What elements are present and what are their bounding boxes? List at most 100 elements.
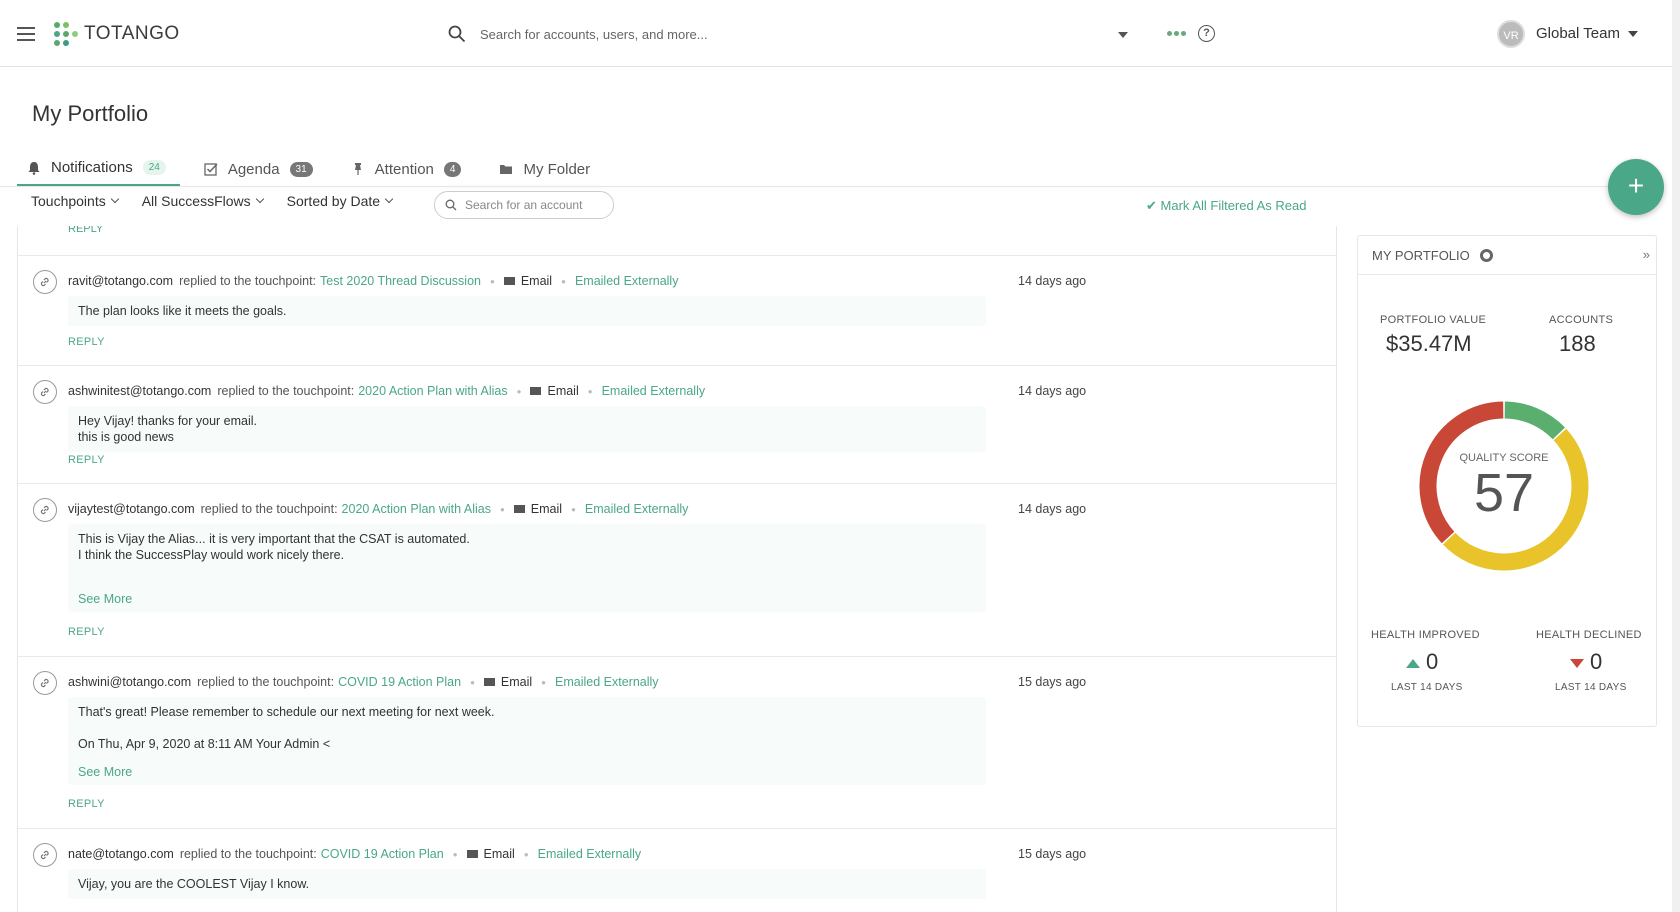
health-declined-count: 0 xyxy=(1590,649,1603,674)
accounts-count: 188 xyxy=(1559,331,1596,356)
search-icon xyxy=(448,25,466,43)
notification-feed: REPLY ravit@totango.com replied to the t… xyxy=(17,226,1337,912)
channel-label: Email xyxy=(500,675,533,689)
timestamp: 14 days ago xyxy=(1018,502,1087,516)
tab-my-folder[interactable]: My Folder xyxy=(489,151,604,187)
card-title: MY PORTFOLIO xyxy=(1372,247,1470,263)
separator-dot: ● xyxy=(452,849,458,859)
link-icon xyxy=(33,843,57,867)
sort-filter[interactable]: Sorted by Date xyxy=(286,193,394,209)
tab-label: Attention xyxy=(374,160,434,178)
tab-agenda[interactable]: Agenda 31 xyxy=(194,151,327,187)
action-text: replied to the touchpoint: xyxy=(200,502,338,516)
link-icon xyxy=(33,671,57,695)
tab-divider xyxy=(0,186,1610,187)
status-label: Emailed Externally xyxy=(584,502,689,516)
touchpoint-link[interactable]: COVID 19 Action Plan xyxy=(338,675,461,689)
author-email[interactable]: ravit@totango.com xyxy=(68,274,173,288)
author-email[interactable]: ashwinitest@totango.com xyxy=(68,384,211,398)
scrollbar[interactable] xyxy=(1672,0,1680,912)
portfolio-value-label: PORTFOLIO VALUE xyxy=(1380,314,1487,326)
caret-down-icon xyxy=(1627,30,1638,37)
help-icon[interactable]: ? xyxy=(1198,25,1215,42)
health-improved-value: 0 xyxy=(1406,649,1438,675)
timestamp: 14 days ago xyxy=(1018,384,1087,398)
logo[interactable]: TOTANGO xyxy=(54,22,180,46)
separator-dot: ● xyxy=(516,386,522,396)
author-email[interactable]: ashwini@totango.com xyxy=(68,675,191,689)
global-search[interactable] xyxy=(448,22,1128,46)
search-icon xyxy=(445,199,457,211)
touchpoint-link[interactable]: 2020 Action Plan with Alias xyxy=(358,384,507,398)
touchpoint-link[interactable]: COVID 19 Action Plan xyxy=(321,847,444,861)
reply-link[interactable]: REPLY xyxy=(68,336,105,348)
add-button[interactable]: + xyxy=(1608,159,1664,215)
collapse-panel-icon[interactable]: » xyxy=(1643,247,1650,262)
reply-link[interactable]: REPLY xyxy=(68,626,105,638)
notification-item: ravit@totango.com replied to the touchpo… xyxy=(18,255,1336,365)
action-text: replied to the touchpoint: xyxy=(217,384,355,398)
reply-link[interactable]: REPLY xyxy=(68,798,105,810)
notification-header: ravit@totango.com replied to the touchpo… xyxy=(68,274,678,288)
separator-dot: ● xyxy=(499,504,505,514)
link-icon xyxy=(33,498,57,522)
message-body: This is Vijay the Alias... it is very im… xyxy=(68,524,986,612)
mark-all-read-link[interactable]: ✔ Mark All Filtered As Read xyxy=(1146,198,1306,214)
gauge-segment-0 xyxy=(1504,401,1566,440)
message-line: Vijay, you are the COOLEST Vijay I know. xyxy=(78,877,310,891)
separator-dot: ● xyxy=(587,386,593,396)
filter-label: Touchpoints xyxy=(31,193,106,209)
tab-attention[interactable]: Attention 4 xyxy=(341,151,476,187)
link-icon xyxy=(33,380,57,404)
pin-icon xyxy=(354,163,361,175)
author-email[interactable]: nate@totango.com xyxy=(68,847,174,861)
activity-dots-icon[interactable] xyxy=(1167,31,1186,36)
see-more-link[interactable]: See More xyxy=(78,591,976,607)
successflows-filter[interactable]: All SuccessFlows xyxy=(141,193,264,209)
filter-label: All SuccessFlows xyxy=(141,193,251,209)
gear-icon[interactable] xyxy=(1479,248,1493,262)
health-improved-count: 0 xyxy=(1426,649,1439,674)
message-body: Hey Vijay! thanks for your email. this i… xyxy=(68,406,986,452)
action-text: replied to the touchpoint: xyxy=(197,675,335,689)
touchpoints-filter[interactable]: Touchpoints xyxy=(31,193,119,209)
timestamp: 15 days ago xyxy=(1018,847,1087,861)
message-line: On Thu, Apr 9, 2020 at 8:11 AM Your Admi… xyxy=(78,737,331,751)
touchpoint-link[interactable]: 2020 Action Plan with Alias xyxy=(342,502,491,516)
separator-dot: ● xyxy=(561,276,566,286)
envelope-icon xyxy=(483,678,495,686)
avatar[interactable]: VR xyxy=(1497,20,1525,48)
separator-dot: ● xyxy=(489,276,495,286)
see-more-link[interactable]: See More xyxy=(78,764,976,780)
notification-header: ashwini@totango.com replied to the touch… xyxy=(68,675,659,689)
team-selector[interactable]: Global Team xyxy=(1536,25,1638,42)
search-scope-dropdown-icon[interactable] xyxy=(1118,32,1128,38)
reply-link[interactable]: REPLY xyxy=(68,226,103,235)
account-search[interactable] xyxy=(434,191,614,219)
chevron-down-icon xyxy=(255,194,264,204)
health-declined-value: 0 xyxy=(1570,649,1602,675)
filter-label: Sorted by Date xyxy=(286,193,381,209)
channel-label: Email xyxy=(547,384,579,398)
status-label: Emailed Externally xyxy=(537,847,642,861)
checkmark-icon: ✔ xyxy=(1146,198,1157,213)
portfolio-value: $35.47M xyxy=(1386,331,1472,356)
notification-item: ashwini@totango.com replied to the touch… xyxy=(18,656,1336,828)
page-title: My Portfolio xyxy=(32,101,149,126)
menu-icon[interactable] xyxy=(17,27,35,41)
agenda-count-badge: 31 xyxy=(289,161,313,177)
tab-notifications[interactable]: Notifications 24 xyxy=(17,151,180,187)
card-header: MY PORTFOLIO xyxy=(1358,236,1656,275)
touchpoint-link[interactable]: Test 2020 Thread Discussion xyxy=(320,274,481,288)
envelope-icon xyxy=(530,387,542,395)
author-email[interactable]: vijaytest@totango.com xyxy=(68,502,195,516)
notification-header: vijaytest@totango.com replied to the tou… xyxy=(68,502,688,516)
notification-header: ashwinitest@totango.com replied to the t… xyxy=(68,384,705,398)
reply-link[interactable]: REPLY xyxy=(68,454,105,466)
arrow-up-icon xyxy=(1406,658,1420,668)
global-search-input[interactable] xyxy=(480,26,1080,42)
tab-label: Agenda xyxy=(227,160,280,178)
message-line: I think the SuccessPlay would work nicel… xyxy=(78,548,345,562)
account-search-input[interactable] xyxy=(465,198,605,212)
notification-item: ashwinitest@totango.com replied to the t… xyxy=(18,365,1336,483)
